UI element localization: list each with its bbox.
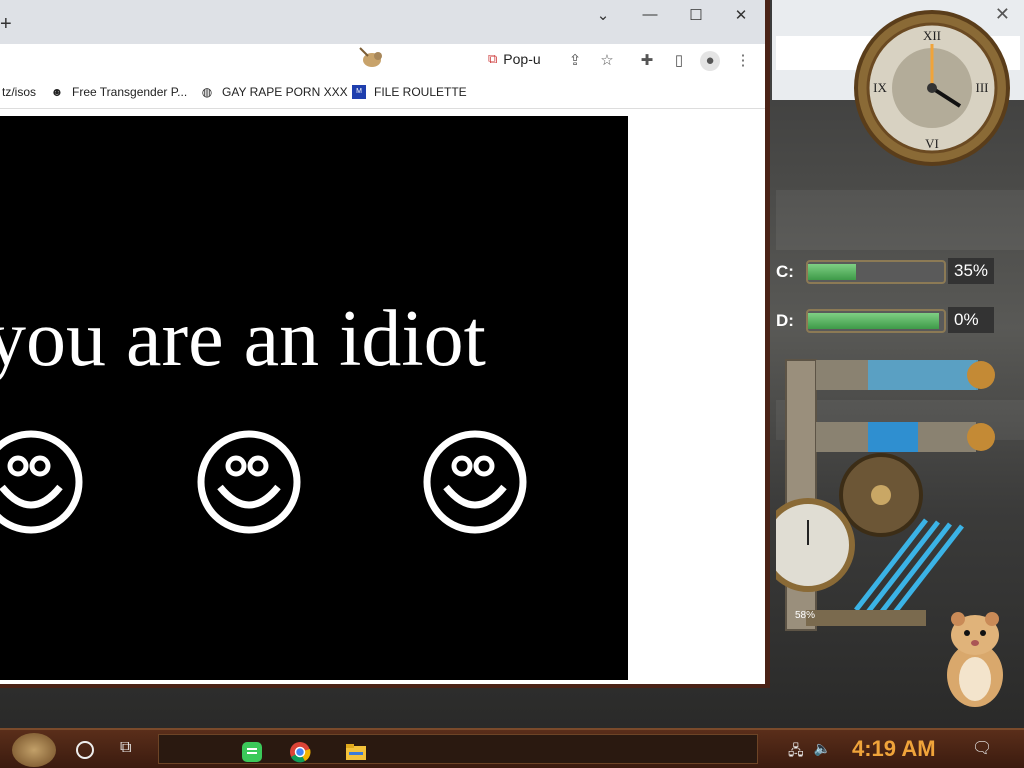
- mft-icon: M: [352, 85, 366, 99]
- bookmark-label: Free Transgender P...: [72, 85, 188, 99]
- ghost-icon: ☻: [50, 85, 64, 99]
- extensions-puzzle-icon[interactable]: ✚: [637, 51, 657, 71]
- file-explorer-icon[interactable]: [345, 741, 367, 763]
- svg-text:XII: XII: [923, 28, 941, 43]
- steampunk-bird-icon: [359, 47, 382, 67]
- tab-search-chevron-icon[interactable]: ⌄: [588, 6, 618, 26]
- bookmark-star-icon[interactable]: ☆: [597, 51, 617, 71]
- bookmark-item[interactable]: M FILE ROULETTE: [352, 85, 467, 99]
- svg-text:IX: IX: [873, 80, 887, 95]
- globe-icon: ◍: [201, 85, 213, 99]
- popup-blocked-label: Pop-u: [503, 51, 541, 67]
- green-notes-app-icon[interactable]: [241, 741, 263, 763]
- new-tab-icon[interactable]: +: [0, 14, 12, 34]
- drive-usage-fill: [808, 264, 856, 280]
- popup-blocked-icon: ⧉: [488, 51, 498, 66]
- taskbar: ⧉ 🖧 🔈 4:19 AM 🗨: [0, 728, 1024, 768]
- drive-usage-bar: [806, 260, 946, 284]
- bookmarks-bar: tz/isos ☻ Free Transgender P... ◍ GAY RA…: [0, 78, 765, 109]
- task-view-icon[interactable]: ⧉: [120, 739, 131, 757]
- close-icon[interactable]: ✕: [726, 6, 756, 26]
- search-circle-icon[interactable]: [76, 741, 94, 759]
- side-panel-icon[interactable]: ▯: [669, 51, 689, 71]
- drive-letter: C:: [776, 262, 794, 281]
- bookmark-label: GAY RAPE PORN XXX: [222, 85, 348, 99]
- volume-icon[interactable]: 🔈: [814, 740, 831, 764]
- drive-usage-bar: [806, 309, 946, 333]
- bookmark-item[interactable]: tz/isos: [2, 85, 36, 99]
- smiley-face-icon: [197, 430, 301, 534]
- browser-toolbar: ⧉ Pop-u ⇪ ☆ ✚ ▯ ● ⋮: [0, 44, 765, 78]
- smiley-face-icon: [0, 430, 83, 534]
- gauge-percent: 58%: [795, 610, 816, 621]
- profile-avatar-icon[interactable]: ●: [700, 51, 720, 71]
- headline-text: you are an idiot: [0, 295, 486, 383]
- taskbar-clock[interactable]: 4:19 AM: [852, 736, 936, 762]
- chrome-icon[interactable]: [289, 741, 311, 763]
- bookmark-item[interactable]: ◍ GAY RAPE PORN XXX: [200, 85, 348, 99]
- smiley-face-icon: [423, 430, 527, 534]
- maximize-icon[interactable]: ☐: [681, 6, 711, 26]
- system-tray: 🖧 🔈: [788, 740, 831, 764]
- minimize-icon[interactable]: —: [635, 6, 665, 26]
- svg-text:VI: VI: [925, 136, 939, 151]
- bookmark-label: tz/isos: [2, 85, 37, 99]
- drive-usage-percent: 35%: [948, 258, 994, 284]
- share-icon[interactable]: ⇪: [565, 51, 585, 71]
- popup-blocked-chip[interactable]: ⧉ Pop-u: [488, 51, 541, 67]
- browser-window[interactable]: + ⌄ — ☐ ✕ ⧉ Pop-u ⇪ ☆ ✚ ▯ ● ⋮ tz/isos ☻ …: [0, 0, 770, 688]
- drive-usage-percent: 0%: [948, 307, 994, 333]
- notifications-icon[interactable]: 🗨: [972, 738, 992, 758]
- drive-meter-d: D: 0%: [776, 305, 996, 339]
- taskbar-apps-panel: [158, 734, 758, 764]
- page-content: you are an idiot: [0, 116, 765, 684]
- idiot-animation-panel[interactable]: you are an idiot: [0, 116, 628, 680]
- tab-strip: + ⌄ — ☐ ✕: [0, 0, 765, 44]
- drive-meter-c: C: 35%: [776, 256, 996, 290]
- drive-letter: D:: [776, 311, 794, 330]
- menu-kebab-icon[interactable]: ⋮: [733, 51, 753, 71]
- drive-usage-fill: [808, 313, 939, 329]
- svg-text:III: III: [976, 80, 989, 95]
- network-icon[interactable]: 🖧: [788, 740, 804, 764]
- start-button[interactable]: [12, 733, 56, 767]
- bookmark-item[interactable]: ☻ Free Transgender P...: [50, 85, 188, 99]
- hamster-image: [947, 612, 1003, 707]
- steampunk-clock-gadget[interactable]: XII III VI IX: [852, 8, 1012, 168]
- bookmark-label: FILE ROULETTE: [374, 85, 467, 99]
